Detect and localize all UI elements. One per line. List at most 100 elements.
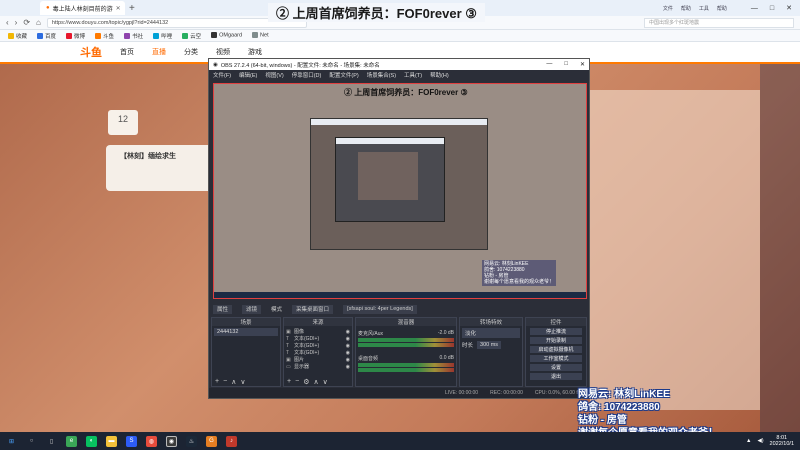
menu-item-file[interactable]: 文件 [663,5,673,12]
obs-minimize-icon[interactable]: — [546,61,552,68]
source-item[interactable]: ▭ 显示器 ◉ [286,363,350,371]
obs-icon[interactable]: ◉ [166,435,177,447]
wechat-icon[interactable]: ◐ [86,435,97,447]
bookmark-item[interactable]: 哔哩 [153,32,172,40]
bookmarks-bar: 收藏 百度 微博 斗鱼 书社 哔哩 云空 OMgaard Net [0,30,800,42]
source-item[interactable]: T 文本(GDI+) ◉ [286,342,350,350]
nav-live[interactable]: 直播 [152,47,166,57]
source-item[interactable]: T 文本(GDI+) ◉ [286,349,350,357]
stop-streaming-button[interactable]: 停止推流 [530,328,582,335]
obs-menu-file[interactable]: 文件(F) [213,71,231,79]
obs-menu-help[interactable]: 帮助(H) [430,71,449,79]
eye-icon[interactable]: ◉ [346,357,350,363]
folder-icon[interactable]: ▬ [106,435,117,447]
douyu-logo[interactable]: 斗鱼 [80,44,102,60]
remove-source-icon[interactable]: − [295,378,299,385]
source-item[interactable]: ▣ 图片 ◉ [286,356,350,364]
eye-icon[interactable]: ◉ [346,329,350,335]
volume-slider[interactable] [358,343,454,347]
home-icon[interactable]: ⌂ [36,18,41,27]
add-source-icon[interactable]: + [287,378,291,385]
obs-menu-docks[interactable]: 停靠窗口(D) [292,71,322,79]
source-item[interactable]: T 文本(GDI+) ◉ [286,335,350,343]
filters-button[interactable]: 滤镜 [242,304,262,314]
taskview-icon[interactable]: ▯ [46,436,57,447]
obs-source-toolbar: 属性 滤镜 模式 采集桌面窗口 [sfsapi soul: 4per Legen… [213,304,587,314]
bookmark-item[interactable]: Net [252,32,269,39]
sources-header: 来源 [284,318,352,326]
bookmark-item[interactable]: OMgaard [211,32,242,39]
forward-icon[interactable]: › [15,18,18,27]
app-icon[interactable]: S [126,435,137,447]
transition-select[interactable]: 淡化 [462,328,520,338]
bookmark-item[interactable]: 斗鱼 [95,32,114,40]
chrome-icon[interactable]: ◍ [146,435,157,447]
eye-icon[interactable]: ◉ [346,336,350,342]
maximize-icon[interactable]: □ [770,5,774,12]
bookmark-item[interactable]: 书社 [124,32,143,40]
obs-menu-tools[interactable]: 工具(T) [404,71,422,79]
close-tab-icon[interactable]: ✕ [116,5,121,12]
window-filter-select[interactable]: [sfsapi soul: 4per Legends] [343,304,417,314]
back-icon[interactable]: ‹ [6,18,9,27]
eye-icon[interactable]: ◉ [346,364,350,370]
volume-icon[interactable]: ◀) [757,438,763,444]
right-sidebar [760,64,800,432]
exit-button[interactable]: 退出 [530,373,582,380]
nav-home[interactable]: 首页 [120,47,134,57]
new-tab-button[interactable]: + [129,3,135,14]
netease-music-icon[interactable]: ♪ [226,435,237,447]
obs-menu-profile[interactable]: 配置文件(P) [329,71,358,79]
browser-tab[interactable]: ● 毒上陆人林刻目前的游 ✕ [40,1,125,15]
move-up-icon[interactable]: ∧ [313,378,318,386]
settings-gear-icon[interactable]: ⚙ [303,378,309,386]
eye-icon[interactable]: ◉ [346,343,350,349]
nav-video[interactable]: 视频 [216,47,230,57]
eye-icon[interactable]: ◉ [346,350,350,356]
settings-button[interactable]: 设置 [530,364,582,371]
network-icon[interactable]: ▲ [746,438,751,444]
move-down-icon[interactable]: ∨ [323,378,328,386]
search-icon[interactable]: ○ [26,436,37,447]
browser-360-icon[interactable]: e [66,435,77,447]
volume-slider[interactable] [358,368,454,372]
bookmark-item[interactable]: 收藏 [8,32,27,40]
scene-item[interactable]: 2444132 [214,328,278,336]
virtual-camera-button[interactable]: 启动虚拟摄像机 [530,346,582,353]
nav-game[interactable]: 游戏 [248,47,262,57]
duration-input[interactable]: 300 ms [477,341,502,349]
properties-button[interactable]: 属性 [213,304,233,314]
system-tray: ▲ ◀) 8:01 2022/10/1 [746,435,800,447]
studio-mode-button[interactable]: 工作室模式 [530,355,582,362]
obs-preview[interactable]: ② 上周首席饲养员：FOF0rever ③ 网易云: 林刻LinKEE 鸽舍: … [213,83,587,299]
obs-menu-scenecollection[interactable]: 场景集合(S) [367,71,396,79]
clock[interactable]: 8:01 2022/10/1 [770,435,794,447]
search-input[interactable]: 中国出现多个红斑地震 [644,17,794,28]
bookmark-item[interactable]: 云空 [182,32,201,40]
obs-maximize-icon[interactable]: □ [564,61,568,68]
nav-category[interactable]: 分类 [184,47,198,57]
move-down-icon[interactable]: ∨ [240,378,245,386]
menu-item-help2[interactable]: 帮助 [717,5,727,12]
move-up-icon[interactable]: ∧ [231,378,236,386]
obs-menu-edit[interactable]: 编辑(E) [239,71,257,79]
menu-item-help[interactable]: 帮助 [681,5,691,12]
close-icon[interactable]: ✕ [786,4,792,12]
obs-menu-view[interactable]: 视图(V) [265,71,283,79]
add-scene-icon[interactable]: + [215,378,219,385]
steam-icon[interactable]: ♨ [186,435,197,447]
minimize-icon[interactable]: — [751,5,758,12]
remove-scene-icon[interactable]: − [223,378,227,385]
source-item[interactable]: ▣ 图像 ◉ [286,328,350,336]
bookmark-item[interactable]: 微博 [66,32,85,40]
obs-close-icon[interactable]: ✕ [580,61,585,68]
bookmark-item[interactable]: 百度 [37,32,56,40]
capture-window-select[interactable]: 采集桌面窗口 [292,304,334,314]
streamer-name[interactable]: 【林刻】缅绘求生 [120,151,176,161]
net-icon [252,32,259,39]
menu-item-tools[interactable]: 工具 [699,5,709,12]
start-recording-button[interactable]: 开始录制 [530,337,582,344]
windows-start-icon[interactable]: ⊞ [6,436,17,447]
refresh-icon[interactable]: ⟳ [23,18,30,27]
game-icon[interactable]: G [206,435,217,447]
